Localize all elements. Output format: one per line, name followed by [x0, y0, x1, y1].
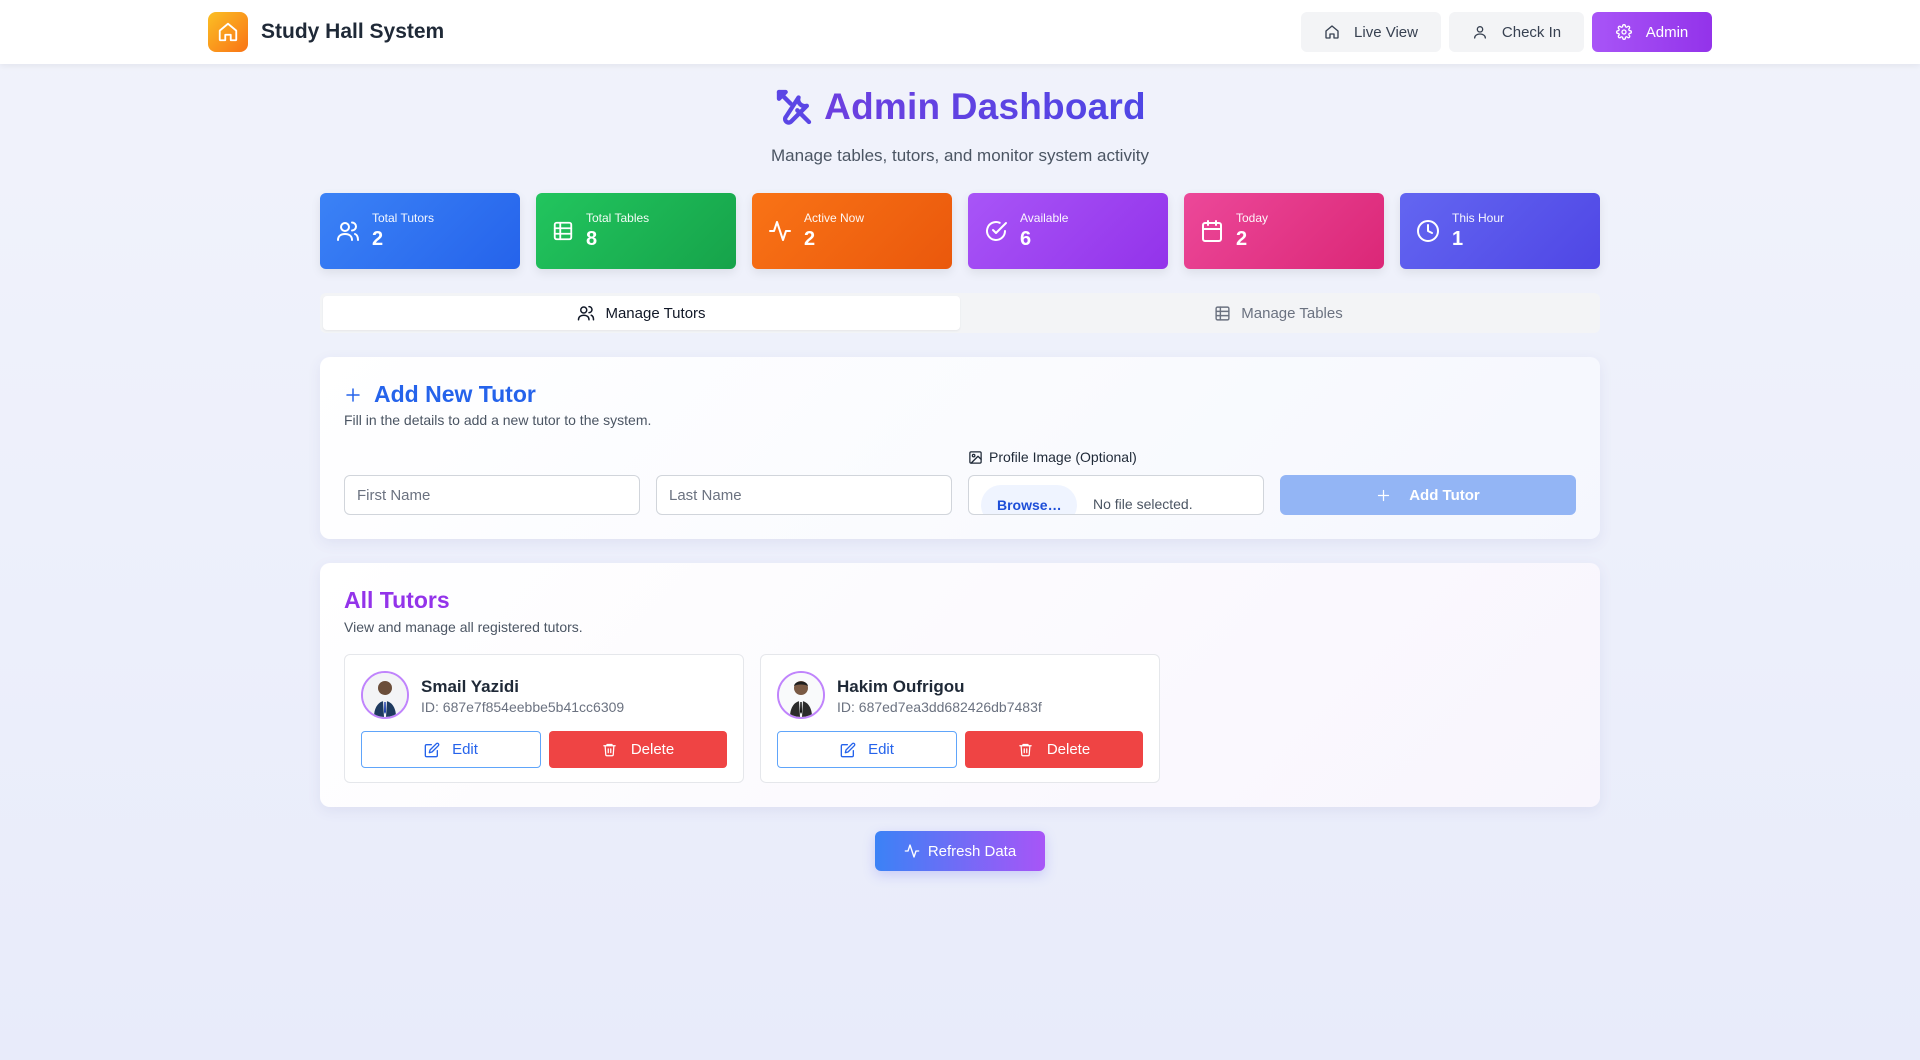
stat-value: 8 [586, 228, 598, 250]
file-status: No file selected. [1093, 496, 1193, 512]
edit-label: Edit [452, 741, 478, 758]
page-header: Admin Dashboard Manage tables, tutors, a… [0, 86, 1920, 166]
tutor-id: ID: 687ed7ea3dd682426db7483f [837, 699, 1042, 715]
plus-icon [344, 386, 362, 404]
table-icon [1214, 305, 1231, 322]
delete-label: Delete [1046, 741, 1091, 758]
delete-label: Delete [630, 741, 675, 758]
add-tutor-button-label: Add Tutor [1409, 486, 1480, 504]
stat-label: Today [1236, 211, 1269, 225]
tutor-name: Hakim Oufrigou [837, 677, 965, 696]
edit-tutor-button[interactable]: Edit [777, 731, 957, 768]
live-view-button[interactable]: Live View [1301, 12, 1441, 52]
stat-value: 1 [1452, 228, 1464, 250]
page-subtitle: Manage tables, tutors, and monitor syste… [771, 146, 1149, 165]
avatar [777, 671, 825, 719]
refresh-data-label: Refresh Data [927, 842, 1017, 860]
last-name-input[interactable] [656, 475, 952, 515]
tab-manage-tables[interactable]: Manage Tables [960, 296, 1597, 330]
edit-tutor-button[interactable]: Edit [361, 731, 541, 768]
stat-card-available: Available 6 [968, 193, 1168, 269]
profile-image-label-text: Profile Image (Optional) [989, 449, 1137, 465]
first-name-input[interactable] [344, 475, 640, 515]
stat-label: Total Tables [586, 211, 650, 225]
all-tutors-description: View and manage all registered tutors. [344, 619, 583, 635]
brand[interactable]: Study Hall System [208, 12, 444, 52]
stat-value: 2 [372, 228, 384, 250]
activity-icon [768, 219, 792, 243]
tutor-card: Hakim Oufrigou ID: 687ed7ea3dd682426db74… [760, 654, 1160, 783]
nav-buttons: Live View Check In Admin [1301, 12, 1712, 52]
activity-icon [904, 843, 920, 859]
all-tutors-title: All Tutors [344, 587, 450, 613]
users-icon [336, 219, 360, 243]
trash-icon [602, 742, 617, 757]
top-navbar: Study Hall System Live View Check In Adm… [0, 0, 1920, 64]
live-view-label: Live View [1354, 23, 1418, 41]
clock-icon [1416, 219, 1440, 243]
admin-button[interactable]: Admin [1592, 12, 1712, 52]
stat-label: Available [1020, 211, 1069, 225]
delete-tutor-button[interactable]: Delete [965, 731, 1143, 768]
stat-card-total-tutors: Total Tutors 2 [320, 193, 520, 269]
delete-tutor-button[interactable]: Delete [549, 731, 727, 768]
tab-label: Manage Tables [1241, 304, 1343, 322]
image-icon [968, 450, 983, 465]
profile-image-label: Profile Image (Optional) [968, 449, 1137, 465]
plus-icon [1376, 488, 1391, 503]
tutor-id: ID: 687e7f854eebbe5b41cc6309 [421, 699, 625, 715]
add-tutor-panel: Add New Tutor Fill in the details to add… [320, 357, 1600, 539]
table-icon [552, 220, 574, 242]
check-circle-icon [984, 219, 1008, 243]
add-tutor-button[interactable]: Add Tutor [1280, 475, 1576, 515]
users-icon [577, 304, 595, 322]
home-icon [208, 12, 248, 52]
stat-card-active-now: Active Now 2 [752, 193, 952, 269]
check-in-button[interactable]: Check In [1449, 12, 1584, 52]
stat-value: 6 [1020, 228, 1032, 250]
browse-button[interactable]: Browse… [981, 485, 1077, 514]
gear-icon [1615, 24, 1632, 40]
edit-icon [840, 742, 856, 758]
edit-icon [424, 742, 440, 758]
stat-value: 2 [804, 228, 816, 250]
stat-label: Total Tutors [372, 211, 435, 225]
add-tutor-title: Add New Tutor [374, 381, 536, 407]
add-tutor-description: Fill in the details to add a new tutor t… [344, 412, 652, 428]
stat-value: 2 [1236, 228, 1248, 250]
trash-icon [1018, 742, 1033, 757]
tab-label: Manage Tutors [605, 304, 706, 322]
avatar [361, 671, 409, 719]
tutor-name: Smail Yazidi [421, 677, 519, 696]
refresh-data-button[interactable]: Refresh Data [875, 831, 1045, 871]
admin-label: Admin [1645, 23, 1689, 41]
stat-card-total-tables: Total Tables 8 [536, 193, 736, 269]
tab-manage-tutors[interactable]: Manage Tutors [323, 296, 960, 330]
check-in-label: Check In [1501, 23, 1562, 41]
edit-label: Edit [868, 741, 894, 758]
tools-icon [774, 87, 814, 127]
tab-bar: Manage Tutors Manage Tables [320, 293, 1600, 333]
user-icon [1472, 24, 1488, 40]
stat-card-this-hour: This Hour 1 [1400, 193, 1600, 269]
all-tutors-panel: All Tutors View and manage all registere… [320, 563, 1600, 807]
page-title: Admin Dashboard [824, 86, 1146, 127]
profile-image-file-input[interactable]: Browse… No file selected. [968, 475, 1264, 515]
stats-row: Total Tutors 2 Total Tables 8 Active Now 2 … [320, 193, 1600, 269]
app-name: Study Hall System [261, 20, 445, 43]
calendar-icon [1200, 219, 1224, 243]
tutor-card: Smail Yazidi ID: 687e7f854eebbe5b41cc630… [344, 654, 744, 783]
stat-card-today: Today 2 [1184, 193, 1384, 269]
home-icon [1324, 24, 1340, 40]
stat-label: Active Now [804, 211, 865, 225]
stat-label: This Hour [1452, 211, 1505, 225]
